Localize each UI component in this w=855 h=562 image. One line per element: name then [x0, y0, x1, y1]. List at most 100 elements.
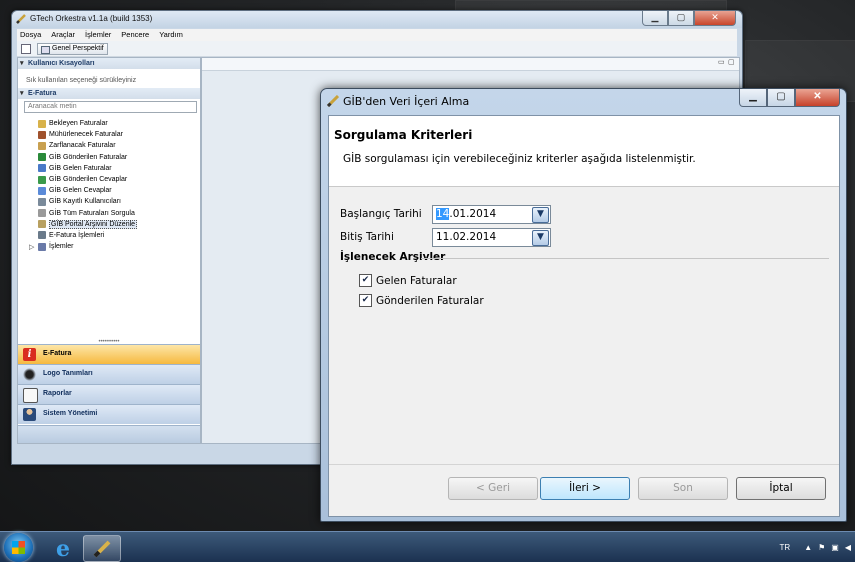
archives-group-title: İşlenecek Arşivler — [340, 251, 446, 263]
start-date-selected-text: 14 — [436, 208, 450, 220]
system-tray: TR ▲ ⚑ ▣ ◀ — [780, 532, 855, 562]
taskbar: e TR ▲ ⚑ ▣ ◀ — [0, 531, 855, 562]
windows-logo-icon — [12, 541, 25, 554]
menu-dosya[interactable]: Dosya — [20, 29, 41, 41]
tree-item[interactable]: GİB Gelen Faturalar — [38, 163, 137, 174]
left-panel: Kullanıcı Kısayolları Sık kullanılan seç… — [17, 57, 201, 444]
nav-footer — [18, 425, 200, 443]
show-hidden-icons-icon[interactable]: ▲ — [804, 543, 812, 552]
toolbar: Genel Perspektif — [17, 41, 737, 57]
taskbar-gtech-orkestra[interactable] — [83, 535, 121, 562]
menu-yardim[interactable]: Yardım — [159, 29, 183, 41]
incoming-invoices-icon — [38, 164, 46, 173]
dialog-close-button[interactable]: ✕ — [795, 89, 840, 107]
checkbox-checked-icon[interactable]: ✔ — [359, 294, 372, 307]
logo-icon — [23, 368, 36, 381]
menu-pencere[interactable]: Pencere — [121, 29, 149, 41]
maximize-button[interactable]: ▢ — [668, 11, 694, 26]
dialog-body: Sorgulama Kriterleri GİB sorgulaması içi… — [328, 115, 840, 517]
checkbox-label: Gelen Faturalar — [376, 274, 457, 287]
search-icon — [38, 231, 46, 240]
efatura-icon: i — [23, 348, 36, 361]
tree-item[interactable]: GİB Gelen Cevaplar — [38, 185, 137, 196]
expand-arrow-icon[interactable]: ▷ — [29, 243, 34, 251]
tree-item-selected[interactable]: GİB Portal Arşivini Düzenle — [38, 219, 138, 230]
editor-minimize-icon[interactable]: ▭ — [718, 59, 725, 66]
main-window-title: GTech Orkestra v1.1a (build 1353) — [30, 14, 153, 23]
start-date-combo[interactable]: 14.01.2014 ▼ — [432, 205, 551, 224]
start-date-label: Başlangıç Tarihi — [340, 208, 422, 220]
nav-button-sistem[interactable]: Sistem Yönetimi — [18, 404, 200, 424]
checkbox-checked-icon[interactable]: ✔ — [359, 274, 372, 287]
tree-item[interactable]: Zarflanacak Faturalar — [38, 140, 137, 151]
start-date-rest-text: .01.2014 — [449, 208, 497, 220]
efatura-section-header[interactable]: E-Fatura — [18, 88, 200, 99]
chevron-down-icon[interactable]: ▼ — [532, 230, 549, 246]
start-button[interactable] — [4, 533, 33, 562]
search-input[interactable]: Aranacak metin — [24, 101, 197, 113]
app-pen-icon — [327, 95, 339, 107]
import-dialog: GİB'den Veri İçeri Alma ▁ ▢ ✕ Sorgulama … — [320, 88, 847, 522]
tree-item-islemler[interactable]: ▷ İşlemler — [29, 241, 137, 252]
tree-item[interactable]: GİB Kayıtlı Kullanıcıları — [38, 196, 137, 207]
nav-button-raporlar[interactable]: Raporlar — [18, 384, 200, 404]
sent-responses-icon — [38, 175, 46, 184]
tree-item[interactable]: GİB Gönderilen Faturalar — [38, 152, 137, 163]
tree-item[interactable]: GİB Gönderilen Cevaplar — [38, 174, 137, 185]
tree-item[interactable]: Bekleyen Faturalar — [38, 118, 137, 129]
app-pen-icon — [16, 14, 26, 24]
volume-icon[interactable]: ◀ — [845, 543, 851, 552]
open-perspective-icon[interactable] — [21, 44, 31, 54]
pending-invoices-icon — [38, 119, 46, 128]
taskbar-internet-explorer[interactable]: e — [48, 535, 84, 562]
menu-araclar[interactable]: Araçlar — [51, 29, 75, 41]
checkbox-label: Gönderilen Faturalar — [376, 294, 484, 307]
banner-description: GİB sorgulaması için verebileceğiniz kri… — [343, 153, 696, 165]
query-icon — [38, 209, 46, 218]
editor-maximize-icon[interactable]: ▢ — [728, 59, 735, 66]
next-button[interactable]: İleri > — [540, 477, 630, 500]
archive-edit-icon — [38, 220, 46, 229]
cancel-button[interactable]: İptal — [736, 477, 826, 500]
report-icon — [23, 388, 38, 403]
language-indicator[interactable]: TR — [780, 543, 791, 552]
wizard-banner: Sorgulama Kriterleri GİB sorgulaması içi… — [329, 116, 839, 187]
tree-item[interactable]: GİB Tüm Faturaları Sorgula — [38, 208, 137, 219]
incoming-invoices-checkbox-row[interactable]: ✔ Gelen Faturalar — [359, 274, 457, 287]
finish-button[interactable]: Son — [638, 477, 728, 500]
dialog-maximize-button[interactable]: ▢ — [767, 89, 795, 107]
sent-invoices-checkbox-row[interactable]: ✔ Gönderilen Faturalar — [359, 294, 484, 307]
nav-button-efatura[interactable]: i E-Fatura — [18, 344, 200, 364]
dialog-title: GİB'den Veri İçeri Alma — [343, 95, 470, 108]
end-date-combo[interactable]: 11.02.2014 ▼ — [432, 228, 551, 247]
tree-item[interactable]: Mühürlenecek Faturalar — [38, 129, 137, 140]
close-button[interactable]: ✕ — [694, 11, 736, 26]
sent-invoices-icon — [38, 153, 46, 162]
network-icon[interactable]: ▣ — [831, 543, 839, 552]
shortcuts-hint: Sık kullanılan seçeneği sürükleyiniz — [26, 77, 137, 84]
chevron-down-icon[interactable]: ▼ — [532, 207, 549, 223]
button-separator — [329, 464, 839, 465]
minimize-button[interactable]: ▁ — [642, 11, 668, 26]
menu-islemler[interactable]: İşlemler — [85, 29, 111, 41]
dialog-minimize-button[interactable]: ▁ — [739, 89, 767, 107]
perspective-button[interactable]: Genel Perspektif — [37, 43, 108, 55]
end-date-label: Bitiş Tarihi — [340, 231, 394, 243]
incoming-responses-icon — [38, 186, 46, 195]
menu-bar: Dosya Araçlar İşlemler Pencere Yardım — [17, 29, 737, 41]
action-center-flag-icon[interactable]: ⚑ — [818, 543, 825, 552]
main-window-titlebar[interactable]: GTech Orkestra v1.1a (build 1353) ▁ ▢ ✕ — [12, 11, 742, 28]
group-divider — [421, 258, 829, 259]
tree-item[interactable]: E-Fatura İşlemleri — [38, 230, 137, 241]
shortcuts-header[interactable]: Kullanıcı Kısayolları — [18, 58, 200, 69]
seal-icon — [38, 130, 46, 139]
perspective-label: Genel Perspektif — [52, 45, 104, 52]
nav-button-logo[interactable]: Logo Tanımları — [18, 364, 200, 384]
start-date-value: 14.01.2014 — [436, 206, 496, 223]
perspective-icon — [41, 46, 50, 54]
back-button[interactable]: < Geri — [448, 477, 538, 500]
app-pen-icon — [93, 540, 111, 558]
editor-header: ▭ ▢ — [202, 58, 739, 71]
banner-title: Sorgulama Kriterleri — [334, 128, 473, 142]
internet-explorer-icon: e — [56, 536, 70, 562]
